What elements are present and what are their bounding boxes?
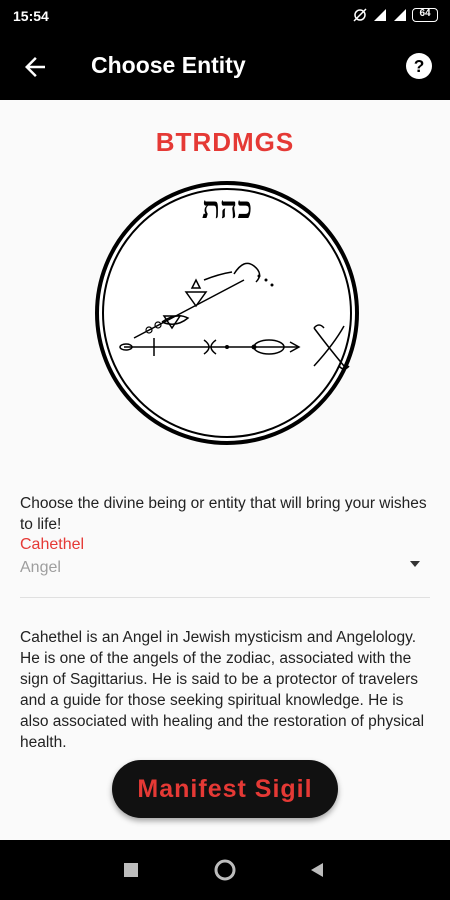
entity-dropdown[interactable]: Cahethel Angel [20,533,430,598]
status-bar: 15:54 64 [0,0,450,32]
app-bar: Choose Entity ? [0,32,450,100]
help-icon[interactable]: ? [406,53,432,79]
status-time: 15:54 [13,8,49,24]
choose-prompt: Choose the divine being or entity that w… [20,495,427,533]
entity-description: Cahethel is an Angel in Jewish mysticism… [20,629,425,751]
manifest-sigil-button[interactable]: Manifest Sigil [112,760,338,818]
battery-icon: 64 [412,8,438,22]
arrow-back-icon[interactable] [20,52,50,82]
svg-text:?: ? [414,56,425,76]
dropdown-arrow-icon[interactable] [410,561,420,567]
battery-level: 64 [419,8,431,19]
back-nav-icon[interactable] [307,860,327,880]
sigil-code: BTRDMGS [155,127,295,157]
sigil-hebrew-text: כהת [202,191,252,226]
sigil-image: כהת [95,181,359,445]
page-title: Choose Entity [91,52,246,78]
signal-icon [374,9,386,21]
status-icons: 64 [352,7,438,23]
entity-type: Angel [20,559,61,576]
no-sync-icon [353,8,367,22]
main-content: BTRDMGS כהת Choose the divine being or e… [0,100,450,840]
signal-icon [394,9,406,21]
entity-name: Cahethel [20,536,85,553]
recent-apps-icon[interactable] [121,860,141,880]
system-nav-bar [0,840,450,900]
home-icon[interactable] [213,858,237,882]
